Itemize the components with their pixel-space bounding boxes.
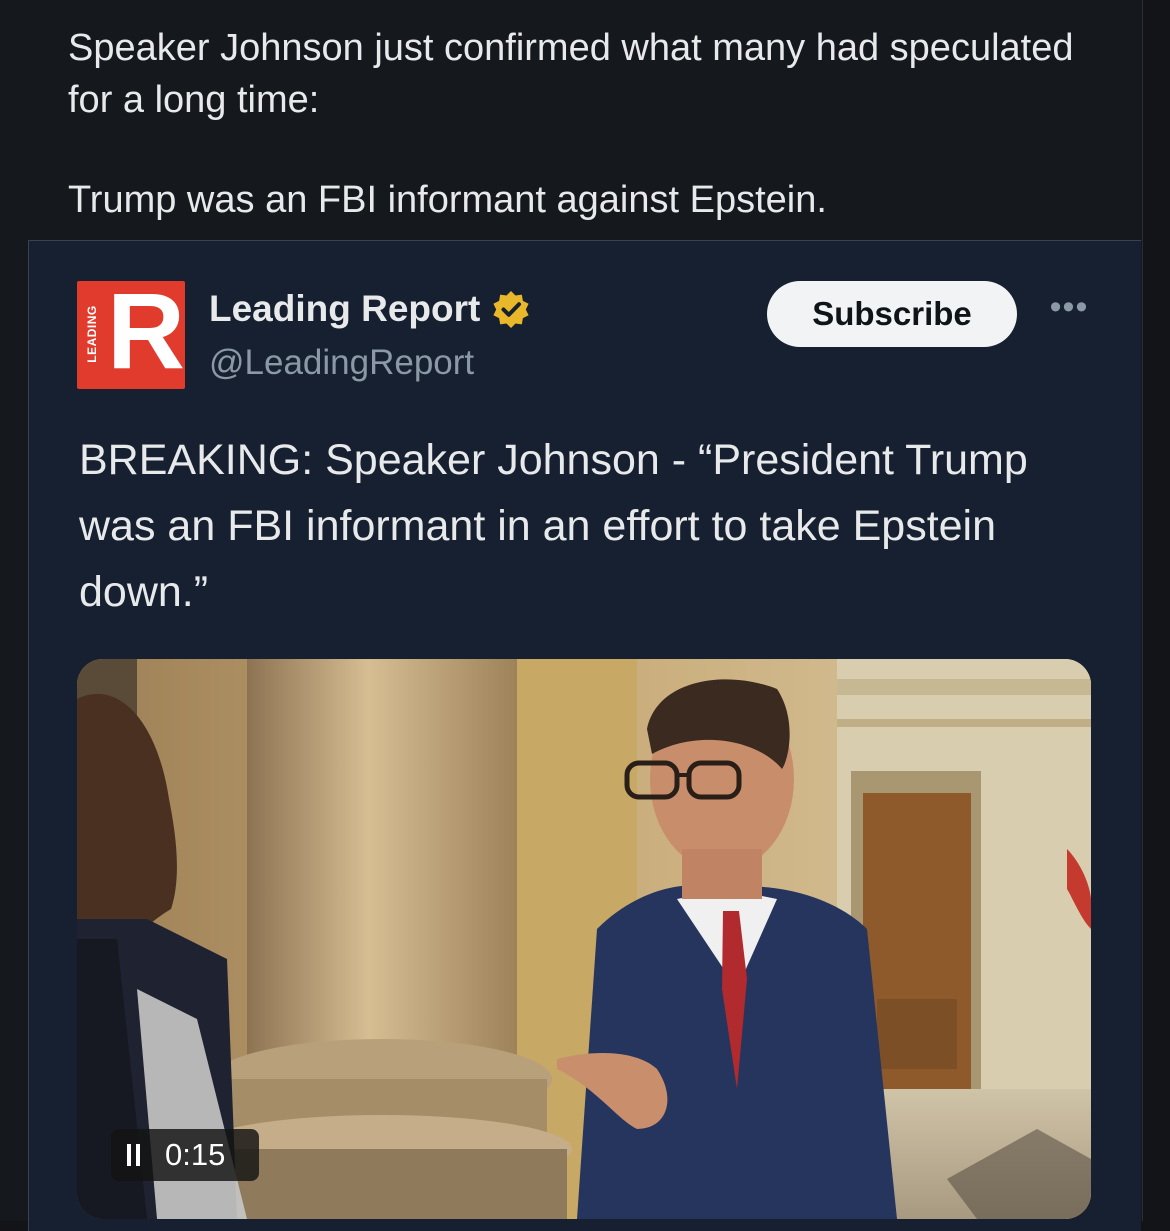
avatar-side-text: LEADING: [84, 305, 99, 363]
author-name[interactable]: Leading Report: [209, 285, 480, 333]
post-text-line-2: Trump was an FBI informant against Epste…: [68, 179, 827, 221]
pause-icon[interactable]: [127, 1144, 141, 1166]
verified-badge-icon: [493, 291, 529, 328]
subscribe-button[interactable]: Subscribe: [767, 281, 1017, 347]
tweet-text: BREAKING: Speaker Johnson - “President T…: [79, 436, 1028, 616]
post-text: Speaker Johnson just confirmed what many…: [68, 22, 1108, 226]
video-player[interactable]: 0:15: [77, 659, 1091, 1219]
quoted-tweet-card[interactable]: LEADING R Leading Report @LeadingReport …: [28, 240, 1141, 1231]
author-block: Leading Report @LeadingReport: [209, 285, 531, 387]
video-timestamp: 0:15: [165, 1137, 226, 1172]
avatar-letter: R: [107, 281, 185, 389]
post-text-line-1: Speaker Johnson just confirmed what many…: [68, 27, 1074, 121]
author-handle[interactable]: @LeadingReport: [209, 339, 531, 387]
outer-post: Speaker Johnson just confirmed what many…: [0, 0, 1143, 1231]
video-timer[interactable]: 0:15: [111, 1129, 259, 1181]
more-options-icon[interactable]: •••: [1045, 290, 1093, 325]
avatar[interactable]: LEADING R: [77, 281, 185, 389]
